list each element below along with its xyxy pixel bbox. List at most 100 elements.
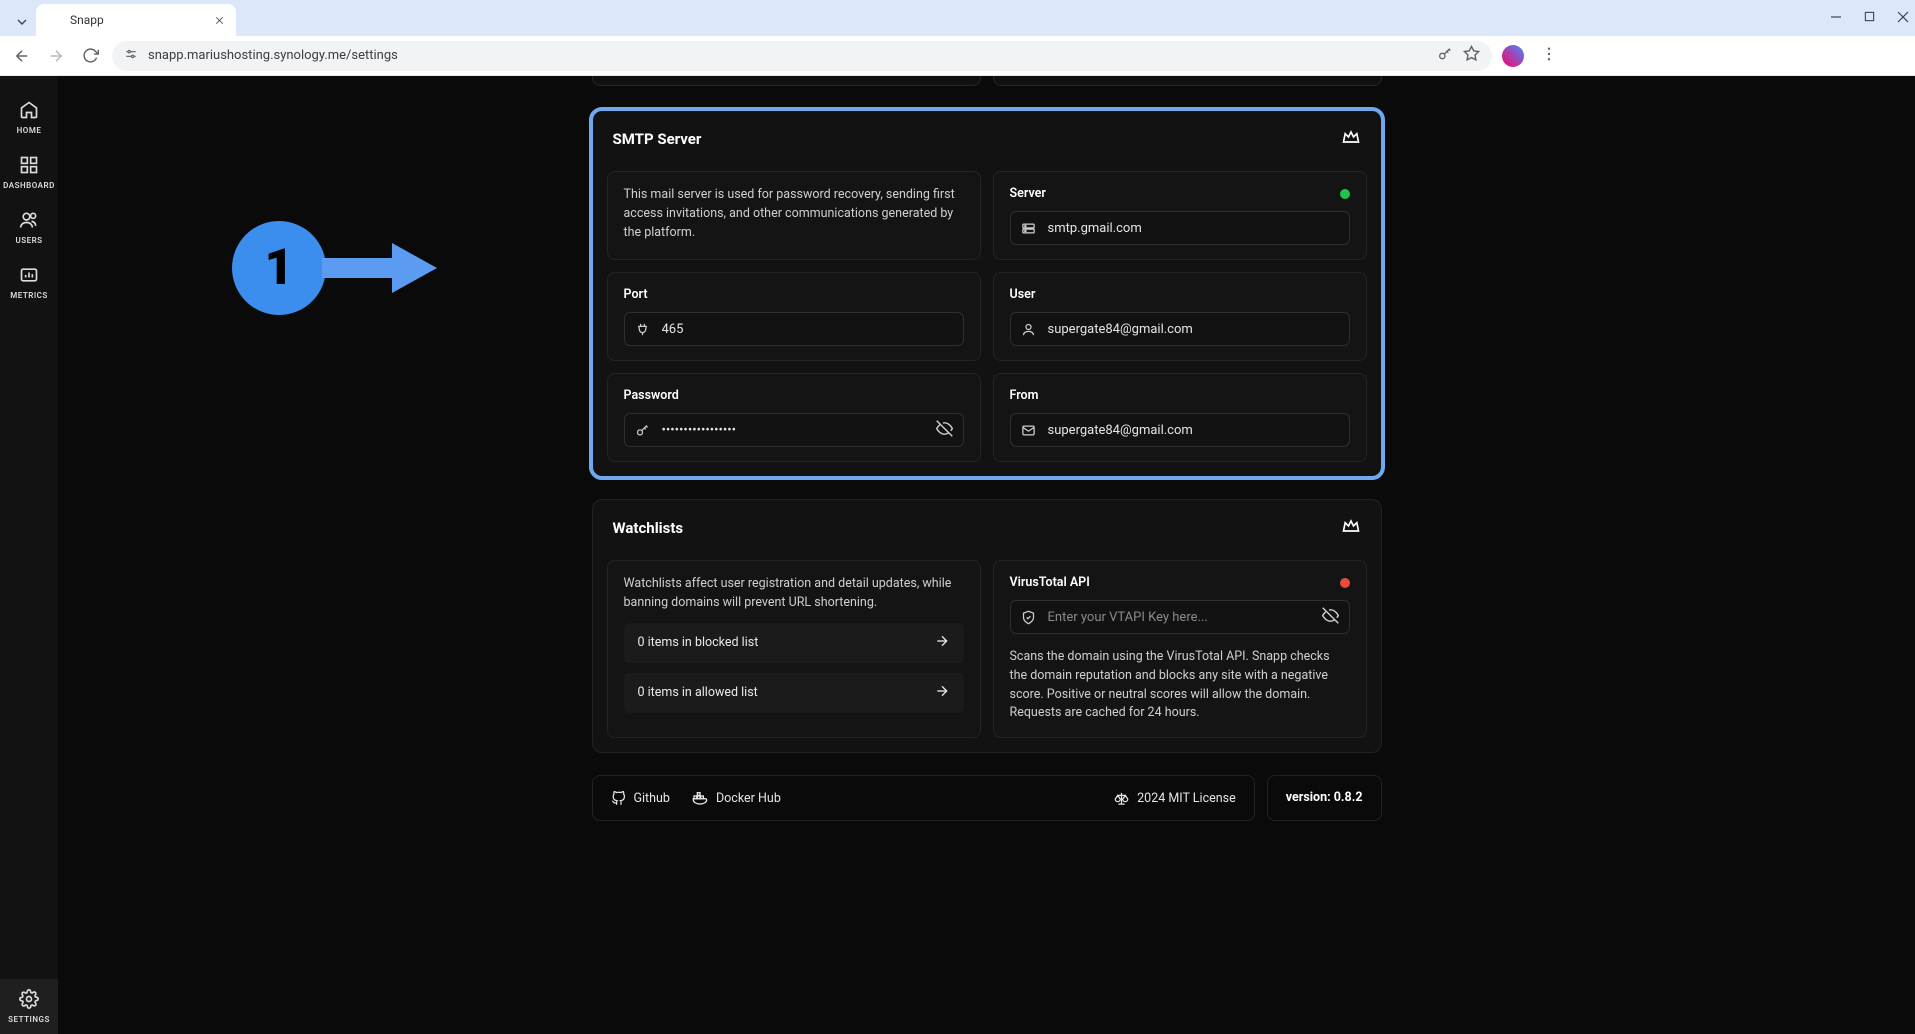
tab-title: Snapp	[70, 13, 204, 27]
version-badge: version: 0.8.2	[1267, 775, 1382, 821]
window-close-icon[interactable]	[1897, 11, 1909, 26]
annotation-arrow-icon	[322, 233, 442, 303]
sidebar-item-dashboard[interactable]: DASHBOARD	[0, 145, 58, 200]
smtp-server-card: SMTP Server This mail server is used for…	[592, 110, 1382, 477]
blocked-list-label: 0 items in blocked list	[638, 635, 759, 650]
from-input-wrap[interactable]	[1010, 413, 1350, 447]
docker-icon	[692, 790, 708, 806]
footer-row: Github Docker Hub 2024 MIT License	[592, 775, 1382, 821]
watchlists-info-cell: Watchlists affect user registration and …	[607, 560, 981, 738]
home-icon	[19, 100, 39, 120]
card-title: SMTP Server	[613, 130, 702, 148]
from-input[interactable]	[1048, 423, 1339, 438]
tab-close-icon[interactable]	[212, 13, 226, 27]
password-input[interactable]	[662, 423, 924, 438]
port-input[interactable]	[662, 322, 953, 337]
crown-icon	[1341, 516, 1361, 540]
smtp-from-cell: From	[993, 373, 1367, 462]
sidebar-item-home[interactable]: HOME	[0, 90, 58, 145]
arrow-right-icon	[934, 683, 950, 703]
watchlists-card: Watchlists Watchlists affect user regist…	[592, 499, 1382, 753]
field-label: Password	[624, 388, 964, 403]
docker-link[interactable]: Docker Hub	[692, 790, 781, 806]
scale-icon	[1114, 791, 1129, 806]
crown-icon	[1341, 127, 1361, 151]
vtapi-input[interactable]	[1048, 610, 1310, 625]
server-input-wrap[interactable]	[1010, 211, 1350, 245]
license-info: 2024 MIT License	[1114, 791, 1236, 806]
field-label: From	[1010, 388, 1350, 403]
field-label: Port	[624, 287, 964, 302]
plug-icon	[635, 322, 650, 337]
smtp-password-cell: Password	[607, 373, 981, 462]
browser-menu-icon[interactable]	[1540, 45, 1558, 67]
field-label: User	[1010, 287, 1350, 302]
card-stub	[592, 76, 981, 86]
shield-icon	[1021, 610, 1036, 625]
watchlists-info-text: Watchlists affect user registration and …	[624, 575, 964, 613]
users-icon	[19, 210, 39, 230]
gear-icon	[19, 989, 39, 1009]
status-dot-red	[1340, 578, 1350, 588]
vtapi-input-wrap[interactable]	[1010, 600, 1350, 634]
card-title: Watchlists	[613, 519, 684, 537]
sidebar-item-users[interactable]: USERS	[0, 200, 58, 255]
nav-reload-button[interactable]	[78, 44, 102, 68]
link-label: Github	[634, 791, 670, 806]
key-icon	[635, 423, 650, 438]
user-input-wrap[interactable]	[1010, 312, 1350, 346]
github-link[interactable]: Github	[611, 791, 670, 806]
field-label: VirusTotal API	[1010, 575, 1090, 590]
window-minimize-icon[interactable]	[1830, 11, 1842, 26]
version-text: version: 0.8.2	[1286, 790, 1363, 805]
browser-tabstrip: Snapp	[0, 0, 1915, 36]
user-icon	[1021, 322, 1036, 337]
window-maximize-icon[interactable]	[1864, 11, 1875, 25]
app-sidebar: HOME DASHBOARD USERS METRICS SETTINGS	[0, 76, 58, 1034]
bookmark-star-icon[interactable]	[1463, 45, 1480, 66]
github-icon	[611, 791, 626, 806]
virustotal-cell: VirusTotal API	[993, 560, 1367, 738]
dashboard-icon	[19, 155, 39, 175]
sidebar-item-label: USERS	[15, 236, 42, 245]
smtp-info-cell: This mail server is used for password re…	[607, 171, 981, 260]
profile-avatar[interactable]	[1502, 45, 1524, 67]
sidebar-item-label: METRICS	[10, 291, 48, 300]
smtp-info-text: This mail server is used for password re…	[624, 186, 964, 242]
link-label: Docker Hub	[716, 791, 781, 806]
eye-toggle-icon[interactable]	[936, 420, 953, 441]
allowed-list-label: 0 items in allowed list	[638, 685, 758, 700]
blocked-list-link[interactable]: 0 items in blocked list	[624, 623, 964, 663]
site-settings-icon[interactable]	[124, 47, 138, 65]
user-input[interactable]	[1048, 322, 1339, 337]
server-input[interactable]	[1048, 221, 1339, 236]
nav-forward-button[interactable]	[44, 44, 68, 68]
sidebar-item-label: DASHBOARD	[3, 181, 55, 190]
sidebar-item-label: SETTINGS	[8, 1015, 50, 1024]
metrics-icon	[19, 265, 39, 285]
eye-toggle-icon[interactable]	[1322, 607, 1339, 628]
favicon	[46, 12, 62, 28]
nav-back-button[interactable]	[10, 44, 34, 68]
mail-icon	[1021, 423, 1036, 438]
password-key-icon[interactable]	[1437, 46, 1453, 66]
sidebar-item-label: HOME	[17, 126, 42, 135]
address-bar[interactable]: snapp.mariushosting.synology.me/settings	[112, 41, 1492, 71]
smtp-port-cell: Port	[607, 272, 981, 361]
smtp-server-cell: Server	[993, 171, 1367, 260]
tab-dropdown[interactable]	[8, 8, 36, 36]
field-label: Server	[1010, 186, 1046, 201]
url-text: snapp.mariushosting.synology.me/settings	[148, 48, 398, 63]
allowed-list-link[interactable]: 0 items in allowed list	[624, 673, 964, 713]
footer-links-card: Github Docker Hub 2024 MIT License	[592, 775, 1255, 821]
browser-toolbar: snapp.mariushosting.synology.me/settings	[0, 36, 1915, 76]
port-input-wrap[interactable]	[624, 312, 964, 346]
status-dot-green	[1340, 189, 1350, 199]
smtp-user-cell: User	[993, 272, 1367, 361]
sidebar-item-settings[interactable]: SETTINGS	[0, 979, 58, 1034]
sidebar-item-metrics[interactable]: METRICS	[0, 255, 58, 310]
browser-tab[interactable]: Snapp	[36, 4, 236, 36]
annotation-number: 1	[265, 239, 294, 297]
server-icon	[1021, 221, 1036, 236]
password-input-wrap[interactable]	[624, 413, 964, 447]
